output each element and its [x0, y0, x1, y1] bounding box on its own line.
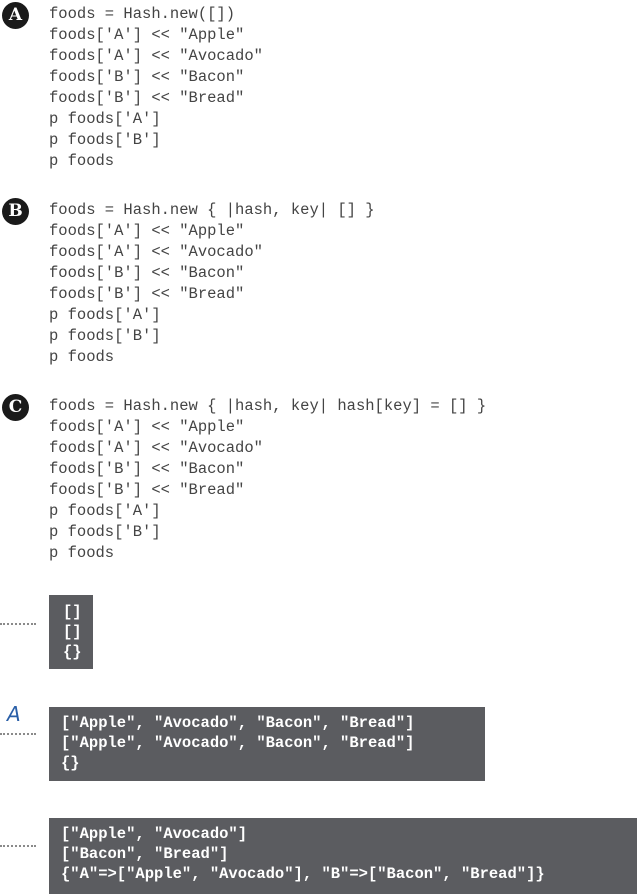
snippet-a-code: foods = Hash.new([]) foods['A'] << "Apple…	[49, 4, 263, 172]
output-box-2: ["Apple", "Avocado", "Bacon", "Bread"] ["…	[49, 707, 485, 781]
code-line: p foods	[49, 544, 115, 562]
code-line: foods['A'] << "Avocado"	[49, 243, 263, 261]
code-line: foods['B'] << "Bacon"	[49, 264, 245, 282]
code-line: p foods['A']	[49, 306, 161, 324]
leader-dots	[0, 845, 36, 847]
code-line: p foods	[49, 152, 115, 170]
code-line: p foods	[49, 348, 115, 366]
code-line: foods['B'] << "Bread"	[49, 285, 245, 303]
code-line: foods = Hash.new { |hash, key| [] }	[49, 201, 375, 219]
output-line: {}	[61, 754, 80, 772]
code-line: foods = Hash.new { |hash, key| hash[key]…	[49, 397, 487, 415]
snippet-a-badge: A	[2, 2, 29, 29]
code-line: p foods['B']	[49, 523, 161, 541]
code-line: foods['A'] << "Apple"	[49, 26, 245, 44]
code-line: foods['A'] << "Apple"	[49, 418, 245, 436]
code-line: p foods['B']	[49, 327, 161, 345]
output-line: ["Apple", "Avocado"]	[61, 825, 248, 843]
output-line: []	[63, 603, 82, 621]
output-line: ["Bacon", "Bread"]	[61, 845, 229, 863]
code-line: foods['B'] << "Bread"	[49, 89, 245, 107]
output-line: {}	[63, 643, 82, 661]
output-line: ["Apple", "Avocado", "Bacon", "Bread"]	[61, 714, 415, 732]
code-line: foods['A'] << "Apple"	[49, 222, 245, 240]
code-line: foods['A'] << "Avocado"	[49, 439, 263, 457]
snippet-b-badge: B	[2, 198, 29, 225]
code-line: p foods['A']	[49, 502, 161, 520]
output-line: ["Apple", "Avocado", "Bacon", "Bread"]	[61, 734, 415, 752]
code-line: foods['B'] << "Bacon"	[49, 68, 245, 86]
output-box-3: ["Apple", "Avocado"] ["Bacon", "Bread"] {"…	[49, 818, 637, 894]
handwritten-annotation: A	[7, 702, 21, 726]
code-line: foods['A'] << "Avocado"	[49, 47, 263, 65]
output-line: []	[63, 623, 82, 641]
code-line: foods['B'] << "Bacon"	[49, 460, 245, 478]
leader-dots	[0, 623, 36, 625]
leader-dots	[0, 733, 36, 735]
snippet-c-badge: C	[2, 394, 29, 421]
snippet-b-code: foods = Hash.new { |hash, key| [] } foods…	[49, 200, 375, 368]
code-line: p foods['B']	[49, 131, 161, 149]
code-line: p foods['A']	[49, 110, 161, 128]
output-line: {"A"=>["Apple", "Avocado"], "B"=>["Bacon…	[61, 865, 545, 883]
code-line: foods = Hash.new([])	[49, 5, 236, 23]
output-box-1: [] [] {}	[49, 595, 93, 669]
code-line: foods['B'] << "Bread"	[49, 481, 245, 499]
snippet-c-code: foods = Hash.new { |hash, key| hash[key]…	[49, 396, 486, 564]
